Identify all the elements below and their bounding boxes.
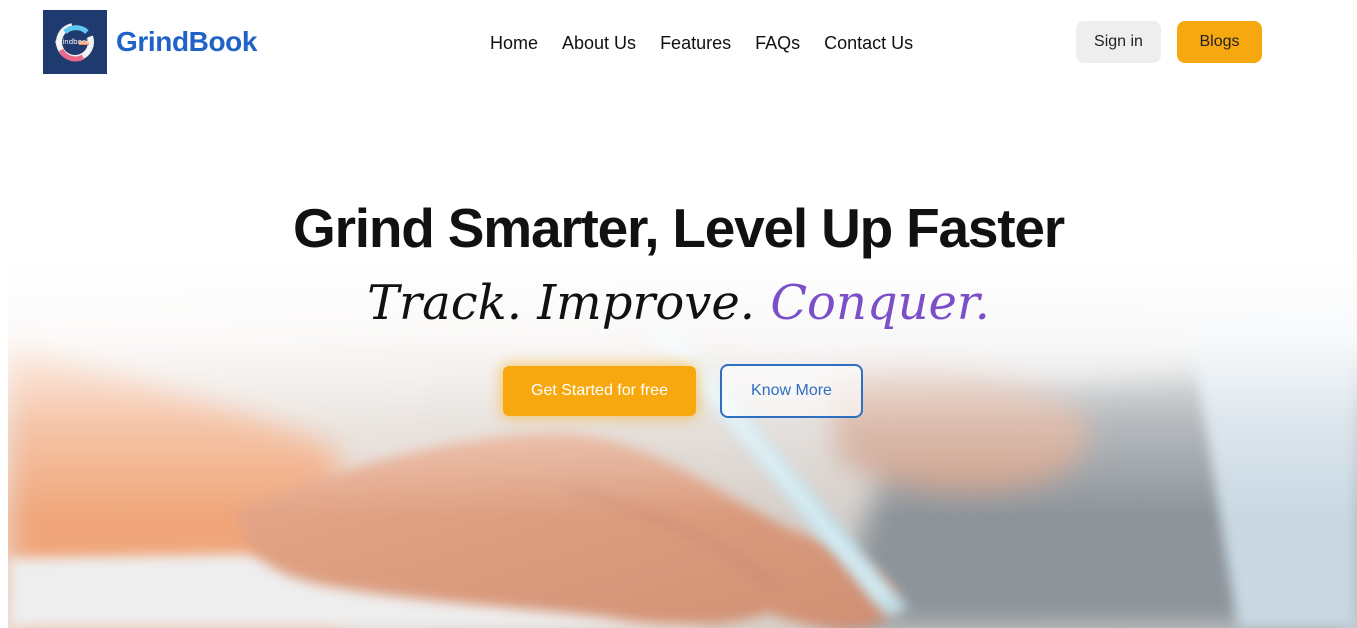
nav-link-home[interactable]: Home — [490, 32, 538, 54]
blogs-button[interactable]: Blogs — [1177, 21, 1262, 63]
get-started-button[interactable]: Get Started for free — [503, 366, 696, 416]
hero-tagline: Track. Improve. Conquer. — [0, 275, 1357, 331]
main-nav: Home About Us Features FAQs Contact Us — [490, 32, 937, 54]
landing-page: grindbook GrindBook Home About Us Featur… — [0, 0, 1357, 628]
nav-link-about-us[interactable]: About Us — [562, 32, 636, 54]
nav-link-features[interactable]: Features — [660, 32, 731, 54]
brand-logo-link[interactable]: grindbook GrindBook — [43, 10, 257, 74]
know-more-button[interactable]: Know More — [720, 364, 863, 418]
grindbook-logo-icon: grindbook — [43, 10, 107, 74]
logo-mark-text: grindbook — [55, 38, 91, 46]
sign-in-button[interactable]: Sign in — [1076, 21, 1161, 63]
hero-tagline-main: Track. Improve. — [367, 275, 756, 331]
hero-title: Grind Smarter, Level Up Faster — [293, 197, 1065, 259]
top-navbar: grindbook GrindBook Home About Us Featur… — [0, 0, 1357, 84]
nav-link-contact-us[interactable]: Contact Us — [824, 32, 913, 54]
brand-name: GrindBook — [116, 26, 258, 57]
nav-link-faqs[interactable]: FAQs — [755, 32, 800, 54]
hero-tagline-accent: Conquer. — [770, 275, 990, 331]
